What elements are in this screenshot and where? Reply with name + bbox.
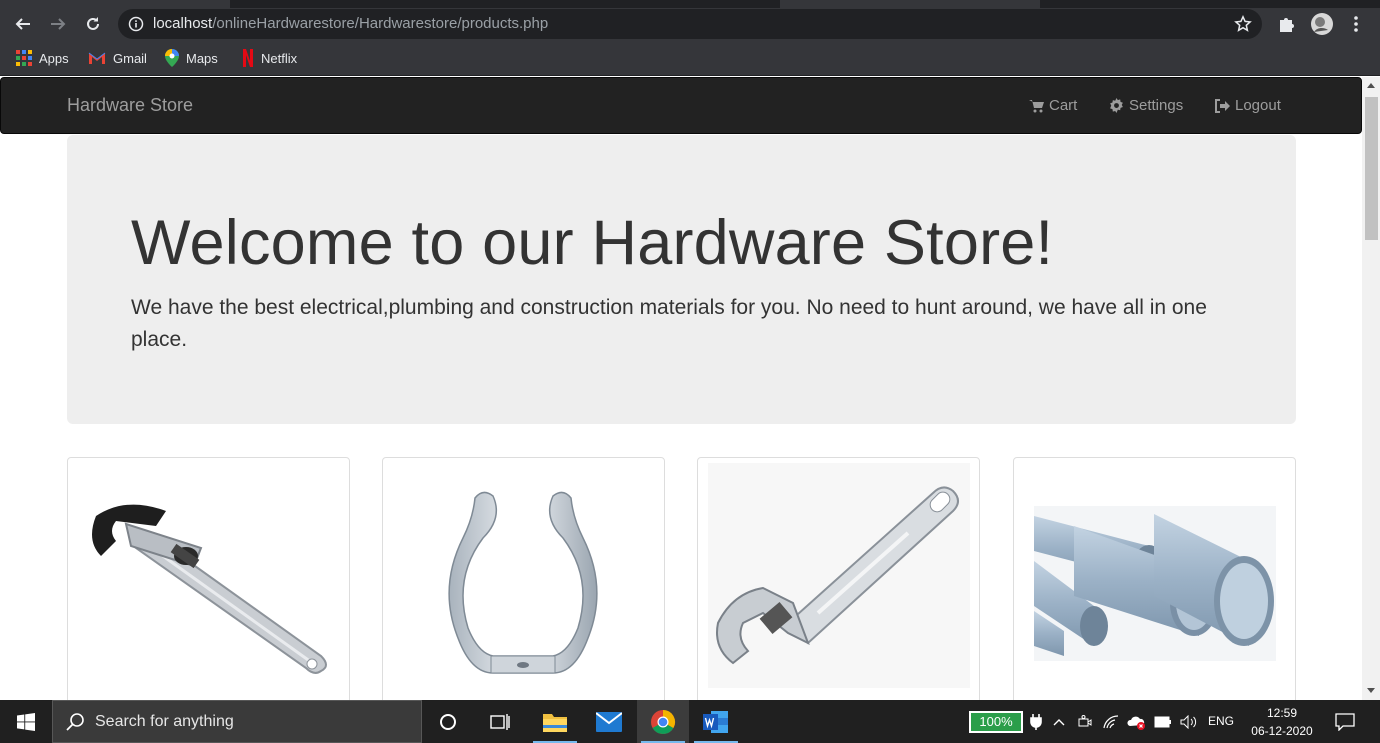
action-center-notification-icon[interactable]	[1335, 700, 1355, 743]
site-navbar: Hardware Store Cart Settings Logout	[0, 77, 1362, 134]
extensions-button[interactable]	[1275, 12, 1299, 36]
bookmark-star-icon[interactable]	[1234, 14, 1252, 38]
taskbar-search-box[interactable]: Search for anything	[52, 700, 422, 743]
meet-now-camera-icon[interactable]	[1078, 700, 1092, 743]
bookmark-label: Gmail	[113, 50, 147, 66]
gear-icon	[1110, 98, 1123, 113]
cortana-button[interactable]	[422, 700, 474, 743]
chrome-menu-button[interactable]	[1344, 12, 1368, 36]
product-card[interactable]	[67, 457, 350, 700]
hero-text: We have the best electrical,plumbing and…	[131, 296, 1207, 351]
hero-title: Welcome to our Hardware Store!	[131, 208, 1054, 278]
search-icon	[65, 712, 85, 737]
chrome-icon	[651, 709, 676, 734]
product-card[interactable]	[697, 457, 980, 700]
product-card[interactable]	[382, 457, 665, 700]
taskbar-file-explorer[interactable]	[529, 700, 581, 743]
nav-settings-link[interactable]: Settings	[1109, 97, 1183, 114]
tab[interactable]	[780, 0, 1040, 8]
netflix-icon	[242, 49, 254, 67]
nav-settings-label: Settings	[1129, 97, 1184, 114]
bookmark-maps[interactable]: Maps	[165, 49, 218, 67]
clock-time: 12:59	[1266, 706, 1298, 720]
pvc-pipes-image	[1034, 506, 1276, 661]
logout-icon	[1215, 98, 1230, 113]
maps-pin-icon	[165, 49, 179, 67]
browser-toolbar: localhost/onlineHardwarestore/Hardwarest…	[0, 8, 1380, 40]
apps-grid-icon	[16, 50, 32, 66]
puzzle-icon	[1280, 18, 1294, 32]
bookmarks-bar: Apps Gmail Maps Netflix	[0, 40, 1380, 76]
word-icon	[703, 710, 728, 733]
url-path: /onlineHardwarestore/Hardwarestore/produ…	[212, 15, 549, 32]
bookmark-apps[interactable]: Apps	[16, 49, 69, 67]
site-info-icon[interactable]	[128, 16, 144, 37]
hero-jumbotron: Welcome to our Hardware Store! We have t…	[67, 135, 1296, 424]
more-vert-icon	[1354, 16, 1358, 32]
nav-logout-label: Logout	[1235, 97, 1281, 114]
page-scrollbar[interactable]	[1362, 77, 1380, 700]
volume-icon[interactable]	[1180, 700, 1198, 743]
cortana-circle-icon	[440, 713, 456, 730]
clock-date: 06-12-2020	[1251, 724, 1313, 738]
nav-cart-link[interactable]: Cart	[1029, 97, 1077, 114]
bookmark-gmail[interactable]: Gmail	[88, 49, 147, 67]
scroll-down-arrow-icon[interactable]	[1367, 688, 1375, 693]
bookmark-label: Maps	[186, 50, 218, 66]
task-view-button[interactable]	[474, 700, 526, 743]
address-bar[interactable]: localhost/onlineHardwarestore/Hardwarest…	[118, 9, 1262, 39]
scrollbar-thumb[interactable]	[1365, 97, 1378, 240]
bookmark-label: Netflix	[261, 50, 298, 66]
task-view-icon	[490, 713, 510, 730]
taskbar-mail[interactable]	[583, 700, 635, 743]
tab-strip	[0, 0, 1380, 8]
product-card[interactable]	[1013, 457, 1296, 700]
wifi-icon[interactable]	[1103, 700, 1119, 743]
url-host: localhost	[153, 15, 213, 32]
bookmark-netflix[interactable]: Netflix	[242, 49, 297, 67]
battery-indicator[interactable]: 100%	[969, 711, 1023, 733]
forward-arrow-icon	[51, 18, 66, 30]
gmail-icon	[88, 51, 106, 65]
folder-icon	[543, 713, 567, 732]
taskbar-word[interactable]	[690, 700, 742, 743]
taskbar-chrome[interactable]	[637, 700, 689, 743]
navbar-brand[interactable]: Hardware Store	[67, 95, 193, 116]
windows-taskbar: Search for anything 100% ENG 12:59 06-12…	[0, 700, 1380, 743]
windows-logo-icon	[17, 712, 35, 731]
reload-button[interactable]	[81, 12, 105, 36]
nav-logout-link[interactable]: Logout	[1214, 97, 1281, 114]
avatar-icon	[1311, 13, 1333, 35]
mail-icon	[596, 711, 622, 732]
battery-percent: 100%	[979, 714, 1013, 729]
show-hidden-icons-chevron-icon[interactable]	[1053, 700, 1065, 743]
reload-icon	[87, 17, 99, 30]
power-plug-icon[interactable]	[1030, 700, 1042, 743]
back-button[interactable]	[11, 12, 35, 36]
back-arrow-icon	[15, 18, 30, 30]
bookmark-label: Apps	[39, 50, 69, 66]
start-button[interactable]	[0, 700, 52, 743]
onedrive-error-icon[interactable]	[1127, 700, 1147, 743]
shopping-cart-icon	[1029, 99, 1044, 112]
tab[interactable]	[0, 0, 230, 8]
taskbar-clock[interactable]: 12:59 06-12-2020	[1244, 704, 1320, 740]
nav-cart-label: Cart	[1049, 97, 1078, 114]
profile-avatar[interactable]	[1310, 12, 1334, 36]
pipe-wrench-image	[92, 504, 327, 674]
forward-button[interactable]	[46, 12, 70, 36]
input-language[interactable]: ENG	[1208, 714, 1234, 728]
page-viewport: Hardware Store Cart Settings Logout Welc…	[0, 77, 1362, 700]
adjustable-wrench-image	[708, 463, 970, 688]
battery-status-icon[interactable]	[1154, 700, 1172, 743]
search-placeholder: Search for anything	[95, 713, 234, 730]
scroll-up-arrow-icon[interactable]	[1367, 83, 1375, 88]
url-text[interactable]: localhost/onlineHardwarestore/Hardwarest…	[153, 15, 548, 32]
tube-clip-image	[448, 491, 598, 674]
